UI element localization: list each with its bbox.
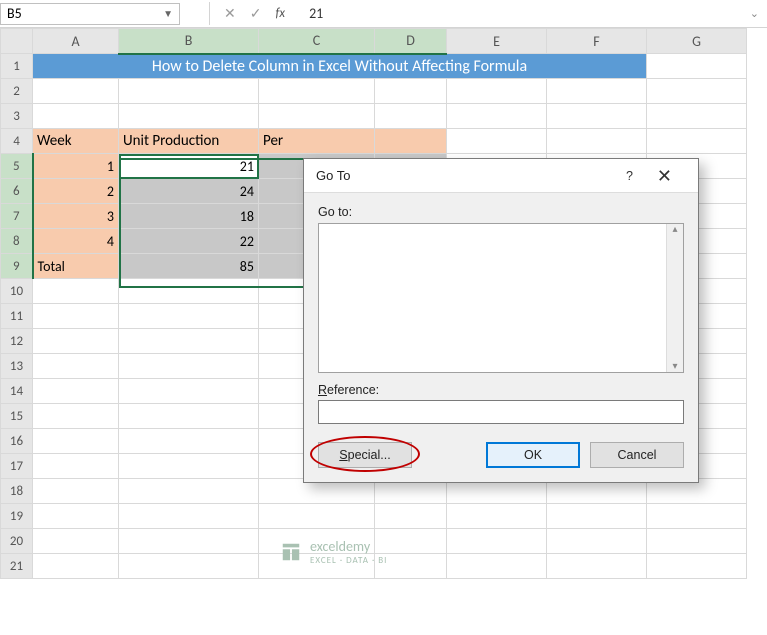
cell-B7[interactable]: 18 [119, 204, 259, 229]
col-header-E[interactable]: E [447, 29, 547, 54]
row-header-16[interactable]: 16 [1, 429, 33, 454]
col-header-F[interactable]: F [547, 29, 647, 54]
row-header-7[interactable]: 7 [1, 204, 33, 229]
formula-bar: B5 ▼ ✕ ✓ fx 21 ⌄ [0, 0, 767, 28]
scroll-up-icon[interactable]: ▴ [672, 224, 677, 235]
goto-label: Go to: [318, 205, 684, 219]
row-header-8[interactable]: 8 [1, 229, 33, 254]
confirm-icon[interactable]: ✓ [250, 5, 262, 22]
row-header-15[interactable]: 15 [1, 404, 33, 429]
listbox-scrollbar[interactable]: ▴ ▾ [666, 224, 683, 372]
dialog-close-button[interactable]: ✕ [643, 163, 686, 189]
row-header-1[interactable]: 1 [1, 54, 33, 79]
fx-icon[interactable]: fx [275, 6, 285, 21]
cell-B5[interactable]: 21 [119, 154, 259, 179]
row-header-14[interactable]: 14 [1, 379, 33, 404]
row-header-11[interactable]: 11 [1, 304, 33, 329]
row-header-19[interactable]: 19 [1, 504, 33, 529]
dialog-title: Go To [316, 168, 350, 183]
reference-label: Reference: [318, 383, 684, 397]
dialog-buttons: SSpecial...pecial... OK Cancel [318, 442, 684, 468]
cell-B6[interactable]: 24 [119, 179, 259, 204]
goto-dialog: Go To ? ✕ Go to: ▴ ▾ Reference: SSpecial… [303, 158, 699, 483]
cell-A7[interactable]: 3 [33, 204, 119, 229]
cancel-button[interactable]: Cancel [590, 442, 684, 468]
header-unit[interactable]: Unit Production [119, 129, 259, 154]
special-button-wrap: SSpecial...pecial... [318, 442, 412, 468]
cell-G1[interactable] [647, 54, 747, 79]
dialog-help-button[interactable]: ? [616, 165, 643, 187]
col-header-C[interactable]: C [259, 29, 375, 54]
formula-bar-expand-icon[interactable]: ⌄ [742, 7, 767, 20]
row-header-13[interactable]: 13 [1, 354, 33, 379]
title-cell[interactable]: How to Delete Column in Excel Without Af… [33, 54, 647, 79]
goto-listbox[interactable]: ▴ ▾ [318, 223, 684, 373]
name-box-value: B5 [7, 5, 22, 22]
row-header-21[interactable]: 21 [1, 554, 33, 579]
header-week[interactable]: Week [33, 129, 119, 154]
cell-A9[interactable]: Total [33, 254, 119, 279]
cell-B9[interactable]: 85 [119, 254, 259, 279]
col-header-A[interactable]: A [33, 29, 119, 54]
cancel-icon[interactable]: ✕ [224, 5, 236, 22]
col-header-B[interactable]: B [119, 29, 259, 54]
select-all-corner[interactable] [1, 29, 33, 54]
row-header-4[interactable]: 4 [1, 129, 33, 154]
scroll-down-icon[interactable]: ▾ [672, 361, 677, 372]
name-box-dropdown-icon[interactable]: ▼ [163, 7, 173, 20]
row-header-12[interactable]: 12 [1, 329, 33, 354]
namebox-wrap: B5 ▼ [0, 2, 210, 25]
row-header-3[interactable]: 3 [1, 104, 33, 129]
dialog-titlebar[interactable]: Go To ? ✕ [304, 159, 698, 193]
header-per[interactable]: Per [259, 129, 375, 154]
row-header-2[interactable]: 2 [1, 79, 33, 104]
col-header-G[interactable]: G [647, 29, 747, 54]
cell-A5[interactable]: 1 [33, 154, 119, 179]
row-header-20[interactable]: 20 [1, 529, 33, 554]
formula-bar-value[interactable]: 21 [299, 5, 323, 22]
row-header-17[interactable]: 17 [1, 454, 33, 479]
dialog-body: Go to: ▴ ▾ Reference: SSpecial...pecial.… [304, 193, 698, 482]
row-header-10[interactable]: 10 [1, 279, 33, 304]
cell-B8[interactable]: 22 [119, 229, 259, 254]
special-button[interactable]: SSpecial...pecial... [318, 442, 412, 468]
cell-A6[interactable]: 2 [33, 179, 119, 204]
row-header-6[interactable]: 6 [1, 179, 33, 204]
ok-button[interactable]: OK [486, 442, 580, 468]
cell-A8[interactable]: 4 [33, 229, 119, 254]
name-box[interactable]: B5 ▼ [0, 3, 180, 25]
reference-input[interactable] [318, 400, 684, 424]
col-header-D[interactable]: D [375, 29, 447, 54]
row-header-18[interactable]: 18 [1, 479, 33, 504]
formula-bar-buttons: ✕ ✓ fx [210, 5, 299, 22]
row-header-5[interactable]: 5 [1, 154, 33, 179]
row-header-9[interactable]: 9 [1, 254, 33, 279]
